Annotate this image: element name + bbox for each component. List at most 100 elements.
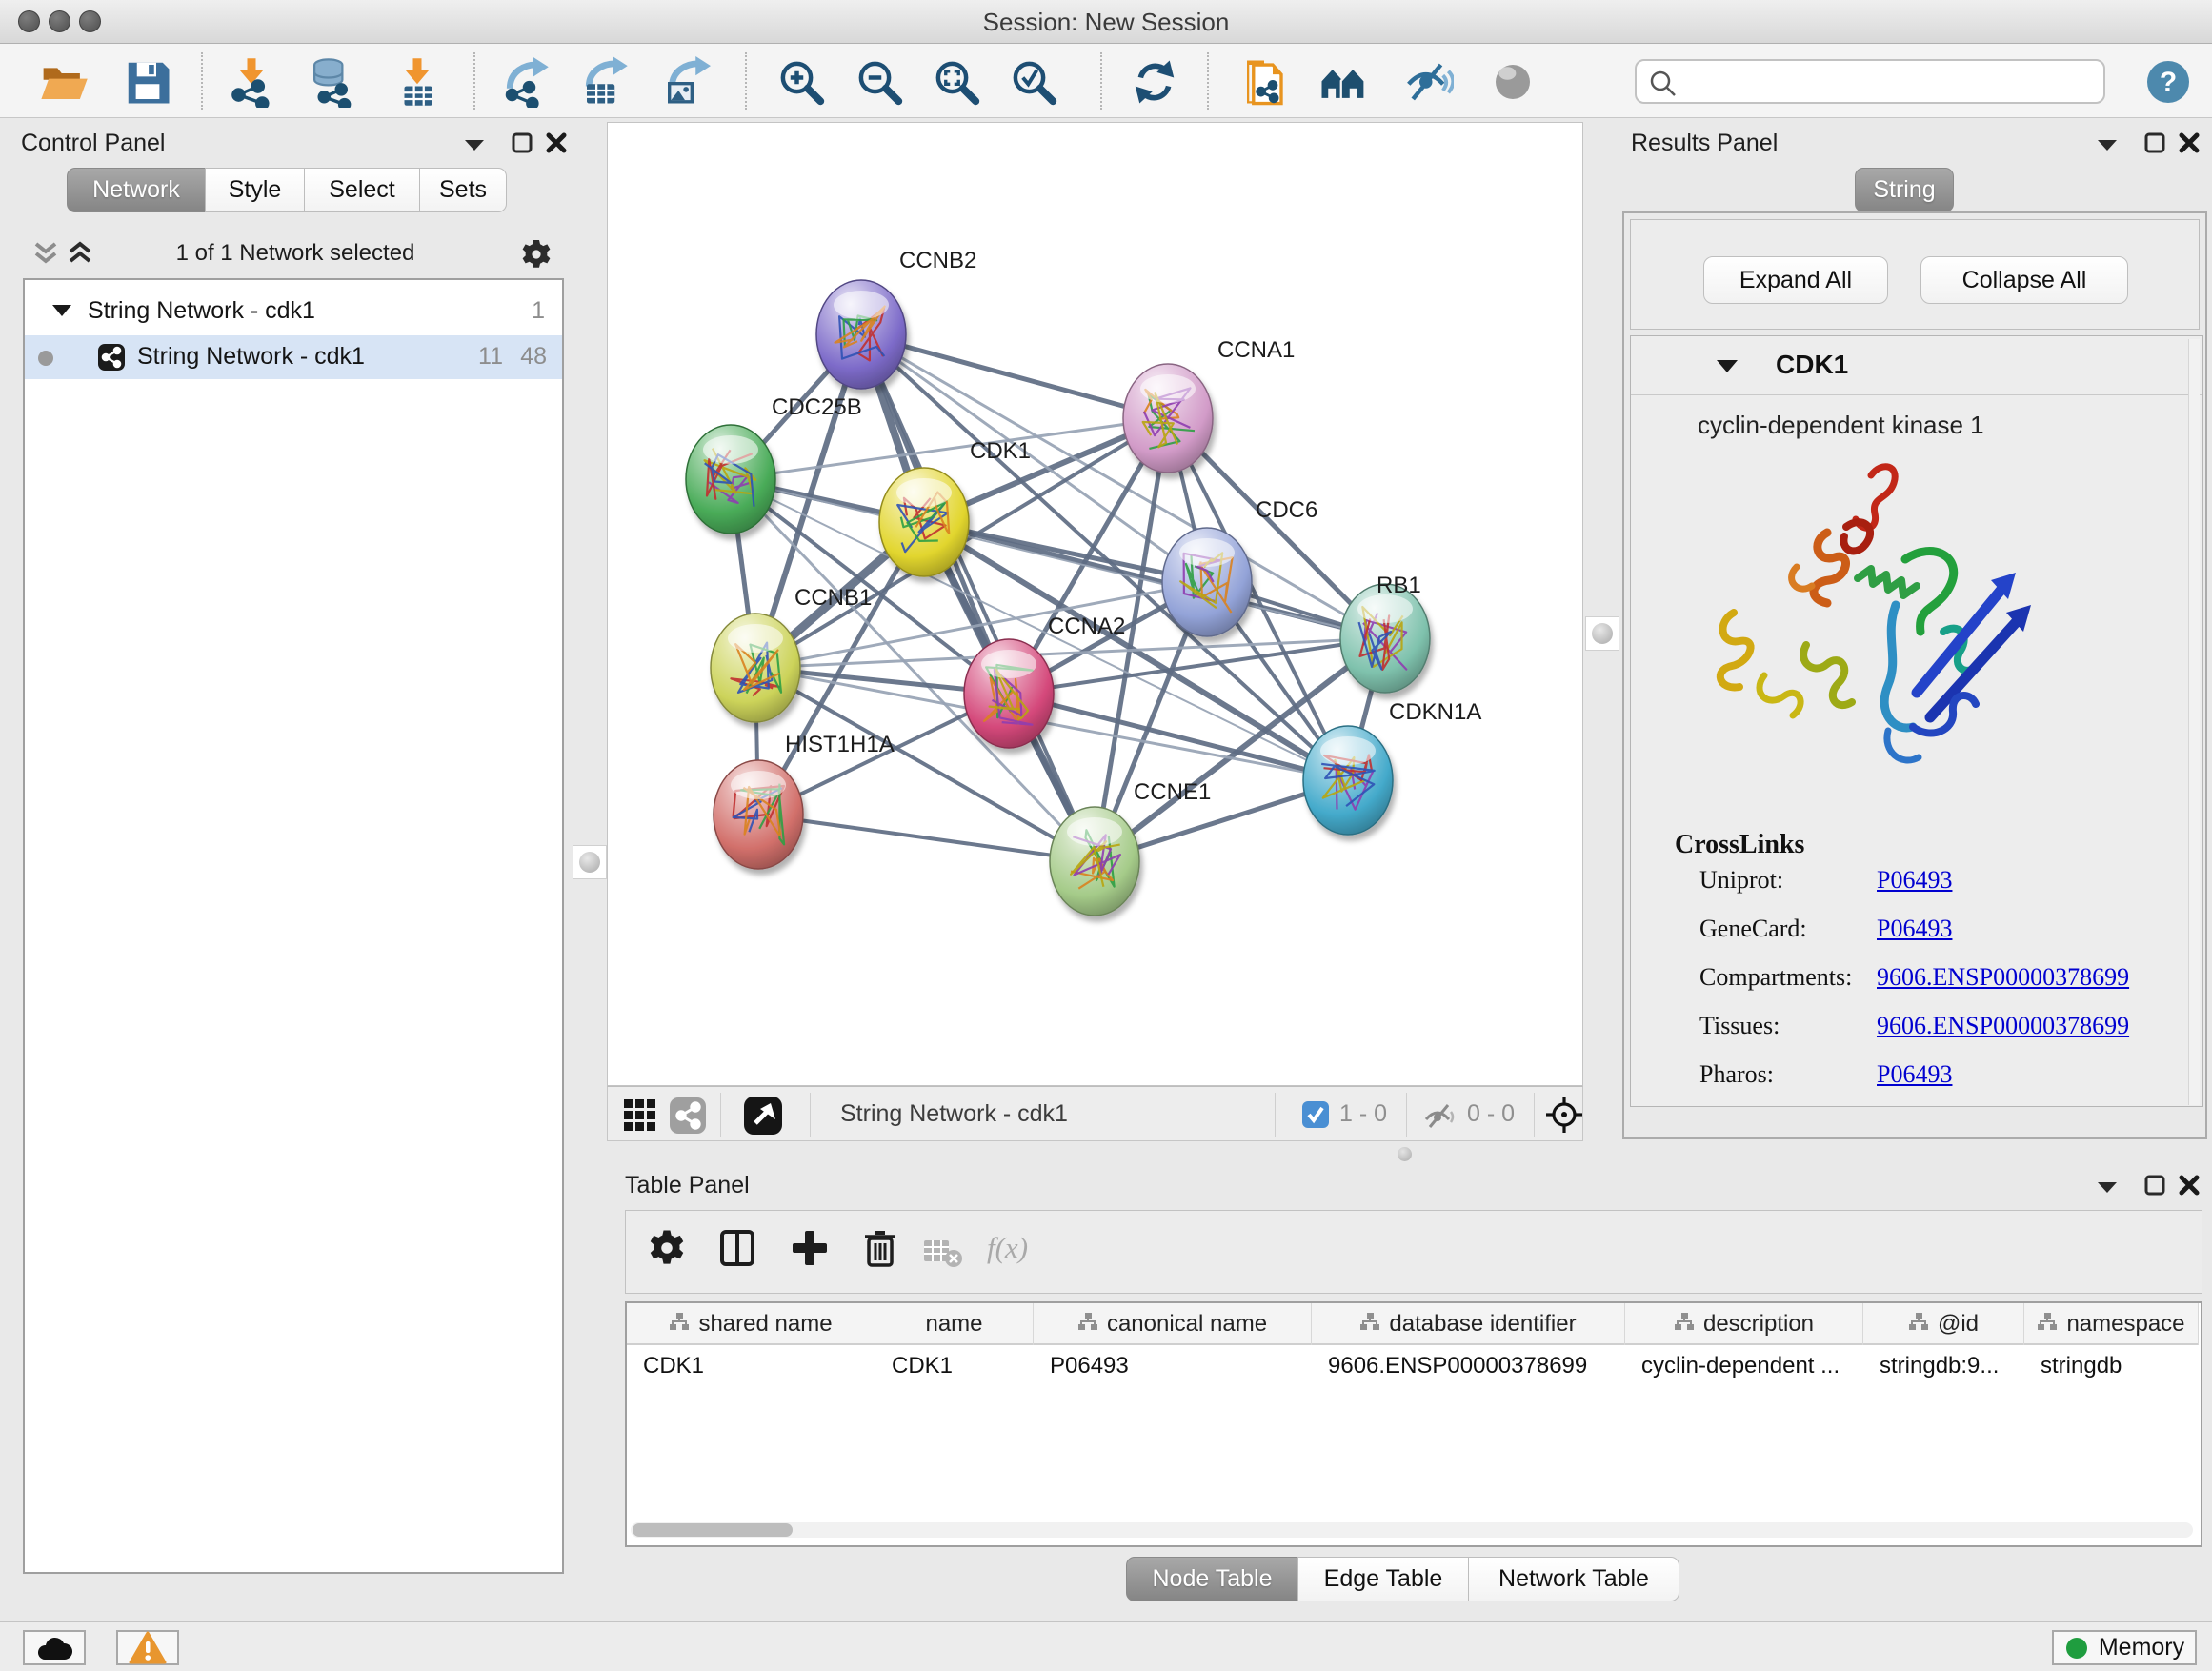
tab-style[interactable]: Style <box>205 168 305 212</box>
network-node-CDC6[interactable] <box>1162 528 1252 636</box>
export-network-button[interactable] <box>499 56 551 108</box>
network-node-CDC25B[interactable] <box>686 425 775 534</box>
collapse-all-tree-icon[interactable] <box>32 240 59 269</box>
add-column-icon[interactable] <box>789 1227 831 1269</box>
network-node-CCNE1[interactable] <box>1050 807 1139 916</box>
network-node-CDK1[interactable] <box>879 468 969 576</box>
results-scrollbar[interactable] <box>2188 339 2200 1105</box>
column-header-name[interactable]: name <box>875 1303 1034 1345</box>
results-panel-float-icon[interactable] <box>2143 131 2166 154</box>
crosslink-link-pharos[interactable]: P06493 <box>1877 1060 1952 1089</box>
import-network-button[interactable] <box>226 56 277 108</box>
column-header-canonical-name[interactable]: canonical name <box>1034 1303 1312 1345</box>
network-graph[interactable]: CCNB2CCNA1CDC25BCDK1CDC6RB1CCNB1CCNA2CDK… <box>608 123 1582 1085</box>
network-canvas[interactable]: CCNB2CCNA1CDC25BCDK1CDC6RB1CCNB1CCNA2CDK… <box>607 122 1583 1086</box>
zoom-selected-button[interactable] <box>1008 56 1059 108</box>
gene-section-header[interactable]: CDK1 <box>1631 336 2202 395</box>
cell-id[interactable]: stringdb:9... <box>1863 1347 2024 1385</box>
cell-description[interactable]: cyclin-dependent ... <box>1625 1347 1863 1385</box>
zoom-in-button[interactable] <box>775 56 827 108</box>
left-splitter-handle[interactable] <box>573 845 607 879</box>
control-panel-close-icon[interactable] <box>545 131 568 154</box>
export-image-button[interactable] <box>659 56 711 108</box>
gene-collapse-icon[interactable] <box>1715 357 1739 374</box>
network-edge-CCNB2-CCNE1[interactable] <box>861 334 1095 861</box>
network-node-CDKN1A[interactable] <box>1303 726 1393 835</box>
network-row-selected[interactable]: String Network - cdk1 11 48 <box>25 335 562 379</box>
hidden-eye-slash-icon[interactable] <box>1423 1102 1459 1129</box>
tab-network-table[interactable]: Network Table <box>1468 1557 1679 1601</box>
table-panel-close-icon[interactable] <box>2178 1174 2201 1197</box>
help-button[interactable]: ? <box>2145 59 2191 105</box>
crosslink-link-tissues[interactable]: 9606.ENSP00000378699 <box>1877 1012 2129 1040</box>
open-session-button[interactable] <box>38 56 90 108</box>
column-header-shared-name[interactable]: shared name <box>627 1303 875 1345</box>
save-session-button[interactable] <box>122 56 173 108</box>
horizontal-splitter-handle[interactable] <box>1398 1147 1412 1161</box>
tab-sets[interactable]: Sets <box>419 168 507 212</box>
zoom-out-button[interactable] <box>854 56 905 108</box>
grid-view-icon[interactable] <box>623 1098 657 1133</box>
tab-network[interactable]: Network <box>67 168 206 212</box>
column-header-description[interactable]: description <box>1625 1303 1863 1345</box>
results-panel-menu-icon[interactable] <box>2096 137 2119 152</box>
cell-database-identifier[interactable]: 9606.ENSP00000378699 <box>1312 1347 1625 1385</box>
cell-namespace[interactable]: stringdb <box>2024 1347 2199 1385</box>
table-gear-icon[interactable] <box>646 1227 688 1269</box>
table-panel-float-icon[interactable] <box>2143 1174 2166 1197</box>
delete-column-icon[interactable] <box>859 1227 901 1269</box>
cell-shared-name[interactable]: CDK1 <box>627 1347 875 1385</box>
tab-select[interactable]: Select <box>304 168 420 212</box>
crosslink-link-genecard[interactable]: P06493 <box>1877 915 1952 943</box>
cell-canonical-name[interactable]: P06493 <box>1034 1347 1312 1385</box>
expand-all-button[interactable]: Expand All <box>1703 256 1888 304</box>
table-hscrollbar-thumb[interactable] <box>633 1523 793 1537</box>
share-view-icon[interactable] <box>669 1097 707 1135</box>
table-row[interactable]: CDK1CDK1P064939606.ENSP00000378699cyclin… <box>627 1347 2199 1385</box>
show-columns-icon[interactable] <box>716 1227 758 1269</box>
network-edge-HIST1H1A-CCNE1[interactable] <box>758 815 1095 861</box>
control-panel-menu-icon[interactable] <box>463 137 486 152</box>
tab-edge-table[interactable]: Edge Table <box>1297 1557 1469 1601</box>
refresh-view-button[interactable] <box>1129 56 1180 108</box>
import-database-button[interactable] <box>305 56 356 108</box>
memory-button[interactable]: Memory <box>2052 1630 2197 1665</box>
crosslink-link-compartments[interactable]: 9606.ENSP00000378699 <box>1877 963 2129 992</box>
network-node-CCNB2[interactable] <box>816 280 906 389</box>
network-collection-row[interactable]: String Network - cdk1 1 <box>25 290 562 333</box>
selected-checkbox-icon[interactable] <box>1301 1100 1330 1129</box>
network-node-CCNA2[interactable] <box>964 639 1054 748</box>
control-panel-float-icon[interactable] <box>511 131 533 154</box>
right-splitter-handle[interactable] <box>1585 616 1619 651</box>
tab-string[interactable]: String <box>1855 168 1954 212</box>
column-header-id[interactable]: @id <box>1863 1303 2024 1345</box>
network-node-CCNA1[interactable] <box>1123 364 1213 473</box>
tab-node-table[interactable]: Node Table <box>1126 1557 1298 1601</box>
network-node-RB1[interactable] <box>1340 584 1430 693</box>
crosslink-link-uniprot[interactable]: P06493 <box>1877 866 1952 895</box>
cell-name[interactable]: CDK1 <box>875 1347 1034 1385</box>
warnings-button[interactable] <box>116 1630 179 1665</box>
zoom-fit-button[interactable] <box>931 56 982 108</box>
delete-table-icon[interactable] <box>922 1235 964 1269</box>
expand-all-tree-icon[interactable] <box>67 240 93 269</box>
export-table-button[interactable] <box>578 56 630 108</box>
automation-cloud-button[interactable] <box>23 1630 86 1665</box>
network-options-gear-icon[interactable] <box>520 238 553 271</box>
network-node-HIST1H1A[interactable] <box>714 760 803 869</box>
birdseye-crosshair-icon[interactable] <box>1545 1096 1583 1134</box>
function-builder-icon[interactable]: f(x) <box>987 1231 1028 1265</box>
import-table-button[interactable] <box>392 56 443 108</box>
show-panel-button[interactable] <box>1487 56 1538 108</box>
tree-expander-icon[interactable] <box>51 303 72 318</box>
hide-panel-button[interactable] <box>1402 56 1454 108</box>
open-in-window-icon[interactable] <box>743 1096 783 1136</box>
collapse-all-button[interactable]: Collapse All <box>1920 256 2128 304</box>
results-panel-close-icon[interactable] <box>2178 131 2201 154</box>
string-home-button[interactable] <box>1317 56 1369 108</box>
network-node-CCNB1[interactable] <box>711 614 800 722</box>
search-input[interactable] <box>1686 66 2094 97</box>
column-header-database-identifier[interactable]: database identifier <box>1312 1303 1625 1345</box>
column-header-namespace[interactable]: namespace <box>2024 1303 2199 1345</box>
table-panel-menu-icon[interactable] <box>2096 1179 2119 1195</box>
